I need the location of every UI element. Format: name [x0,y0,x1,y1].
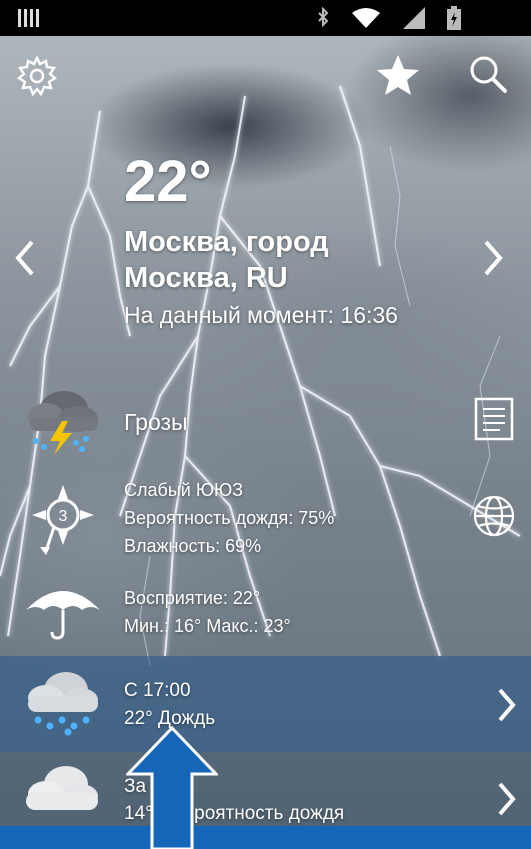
next-location-chevron-icon[interactable] [482,238,506,278]
battery-icon [447,6,461,30]
forecast-1-time: С 17:00 [124,680,191,701]
current-time-label: На данный момент: 16:36 [124,302,398,328]
details-list-icon[interactable] [474,397,514,441]
rain-chance-text: Вероятность дождя: 75% [124,508,335,528]
status-bar [0,0,531,36]
bluetooth-icon [318,7,329,28]
min-max-text: Мин.: 16° Макс.: 23° [124,616,291,636]
previous-location-chevron-icon[interactable] [12,238,36,278]
swipe-up-arrow-icon[interactable] [126,726,218,849]
star-icon[interactable] [376,54,420,96]
bottom-panel-strip[interactable] [0,826,531,849]
umbrella-icon [26,591,100,640]
current-temperature: 22° [124,149,212,214]
signal-icon [403,7,425,29]
humidity-text: Влажность: 69% [124,536,262,556]
feel-temperature-details: Восприятие: 22° Мин.: 16° Макс.: 23° [124,584,291,640]
wifi-icon [352,8,380,28]
rain-cloud-icon [28,672,98,736]
wind-speed-number: 3 [59,508,68,525]
forecast-2-chevron-icon[interactable] [496,780,518,818]
forecast-1-chevron-icon[interactable] [496,686,518,724]
gear-icon[interactable] [16,55,58,97]
globe-icon[interactable] [472,494,516,538]
weather-condition: Грозы [124,409,188,435]
wind-humidity-details: Слабый ЮЮЗ Вероятность дождя: 75% Влажно… [124,476,334,560]
thunderstorm-icon [28,391,98,455]
location-name[interactable]: Москва, город Москва, RU [124,224,329,296]
city-line-2: Москва, RU [124,262,288,294]
city-line-1: Москва, город [124,226,329,258]
search-icon[interactable] [468,54,508,94]
cloud-icon [26,766,98,810]
feels-like-text: Восприятие: 22° [124,588,261,608]
bars-icon [18,9,39,27]
wind-compass-icon: 3 [32,485,94,555]
wind-text: Слабый ЮЮЗ [124,480,244,500]
